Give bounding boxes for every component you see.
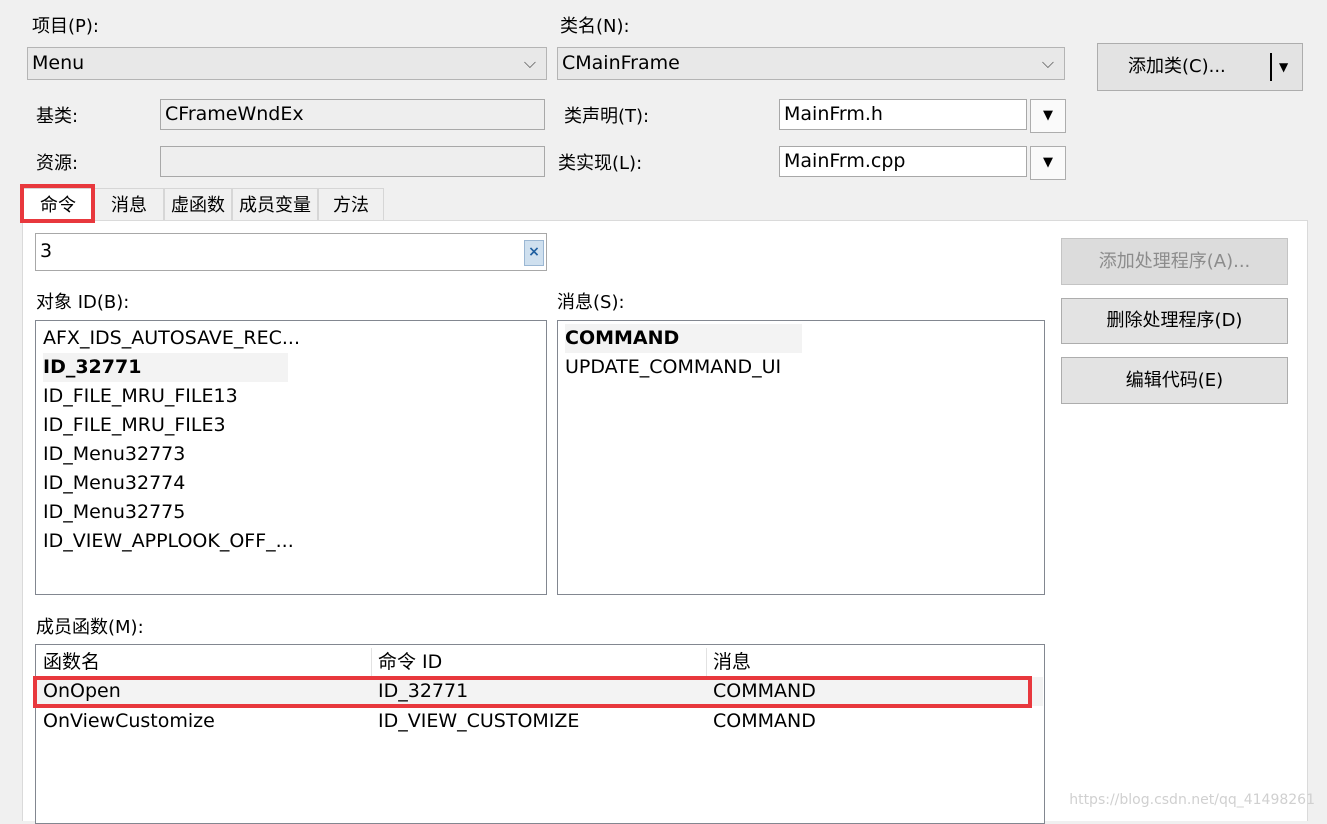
project-combo[interactable]: Menu ⌵ <box>27 47 547 80</box>
list-item[interactable]: ID_VIEW_APPLOOK_OFF_... <box>43 527 294 556</box>
edit-code-button[interactable]: 编辑代码(E) <box>1061 357 1288 404</box>
messages-list[interactable]: COMMAND UPDATE_COMMAND_UI <box>557 320 1045 595</box>
add-handler-button[interactable]: 添加处理程序(A)... <box>1061 238 1288 285</box>
list-item[interactable]: ID_FILE_MRU_FILE13 <box>43 382 238 411</box>
class-decl-field[interactable]: MainFrm.h <box>779 99 1027 130</box>
column-header-message[interactable]: 消息 <box>713 648 1041 677</box>
object-id-label: 对象 ID(B): <box>36 292 130 313</box>
tab-commands[interactable]: 命令 <box>22 188 94 222</box>
column-header-command-id[interactable]: 命令 ID <box>378 648 707 677</box>
base-class-field: CFrameWndEx <box>160 99 545 130</box>
member-functions-label: 成员函数(M): <box>36 617 144 638</box>
split-divider <box>1270 53 1272 81</box>
classname-label: 类名(N): <box>560 16 630 37</box>
add-class-label: 添加类(C)... <box>1128 56 1226 77</box>
watermark: https://blog.csdn.net/qq_41498261 <box>1069 792 1315 808</box>
search-input[interactable]: 3 × <box>35 233 547 271</box>
chevron-down-icon: ⌵ <box>1041 53 1054 72</box>
object-id-list[interactable]: AFX_IDS_AUTOSAVE_REC... ID_32771 ID_FILE… <box>35 320 547 595</box>
list-item-selected[interactable]: COMMAND <box>565 324 802 353</box>
list-item[interactable]: ID_FILE_MRU_FILE3 <box>43 411 226 440</box>
class-impl-label: 类实现(L): <box>558 153 643 174</box>
clear-icon[interactable]: × <box>524 240 544 266</box>
dropdown-arrow-icon: ▼ <box>1043 108 1053 123</box>
cell-command-id: ID_32771 <box>378 680 469 702</box>
resource-label: 资源: <box>36 153 79 174</box>
cell-message: COMMAND <box>713 710 816 732</box>
dropdown-arrow-icon[interactable]: ▼ <box>1279 44 1288 90</box>
tab-methods[interactable]: 方法 <box>318 188 384 221</box>
list-item[interactable]: ID_Menu32773 <box>43 440 185 469</box>
delete-handler-button[interactable]: 删除处理程序(D) <box>1061 298 1288 344</box>
class-decl-label: 类声明(T): <box>564 106 650 127</box>
class-impl-field[interactable]: MainFrm.cpp <box>779 146 1027 177</box>
class-impl-dropdown[interactable]: ▼ <box>1030 146 1066 180</box>
chevron-down-icon: ⌵ <box>523 53 536 72</box>
resource-field <box>160 146 545 177</box>
cell-function-name: OnOpen <box>43 680 121 702</box>
list-item[interactable]: UPDATE_COMMAND_UI <box>565 353 781 382</box>
list-item[interactable]: ID_Menu32774 <box>43 469 185 498</box>
list-item-selected[interactable]: ID_32771 <box>43 353 288 382</box>
search-value: 3 <box>40 240 53 262</box>
project-value: Menu <box>32 52 85 74</box>
classname-combo[interactable]: CMainFrame ⌵ <box>557 47 1065 80</box>
member-functions-grid[interactable]: 函数名 命令 ID 消息 OnOpen ID_32771 COMMAND OnV… <box>35 644 1045 824</box>
class-decl-dropdown[interactable]: ▼ <box>1030 99 1066 133</box>
cell-message: COMMAND <box>713 680 816 702</box>
tab-member-variables[interactable]: 成员变量 <box>232 188 318 221</box>
list-item[interactable]: ID_Menu32775 <box>43 498 185 527</box>
cell-function-name: OnViewCustomize <box>43 710 215 732</box>
column-header-function-name[interactable]: 函数名 <box>43 648 372 677</box>
tab-virtual-functions[interactable]: 虚函数 <box>164 188 232 221</box>
dropdown-arrow-icon: ▼ <box>1043 155 1053 170</box>
grid-header: 函数名 命令 ID 消息 <box>37 648 1043 677</box>
base-class-label: 基类: <box>36 106 79 127</box>
table-row[interactable]: OnViewCustomize ID_VIEW_CUSTOMIZE COMMAN… <box>37 707 1043 736</box>
classname-value: CMainFrame <box>562 52 680 74</box>
add-class-button[interactable]: 添加类(C)... ▼ <box>1097 43 1303 91</box>
project-label: 项目(P): <box>32 16 99 37</box>
list-item[interactable]: AFX_IDS_AUTOSAVE_REC... <box>43 324 300 353</box>
table-row[interactable]: OnOpen ID_32771 COMMAND <box>37 677 1043 706</box>
tab-messages[interactable]: 消息 <box>94 188 164 221</box>
messages-label: 消息(S): <box>557 292 625 313</box>
cell-command-id: ID_VIEW_CUSTOMIZE <box>378 710 580 732</box>
